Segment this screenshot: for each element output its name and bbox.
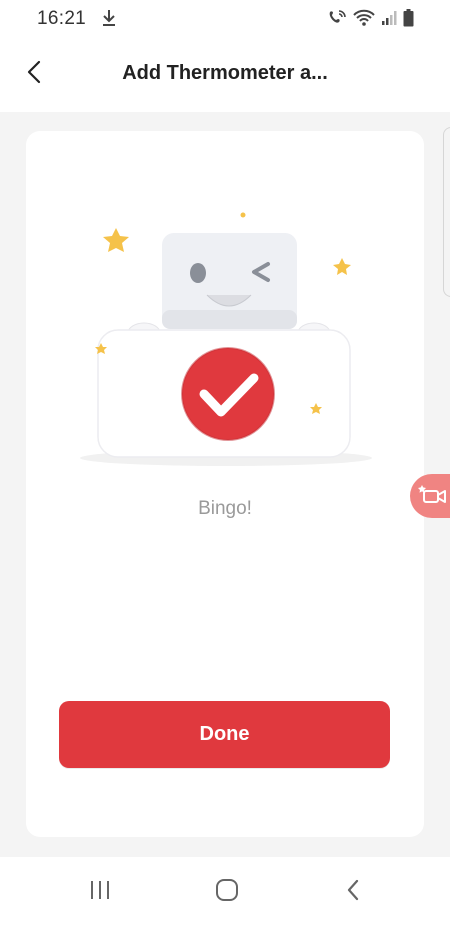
- page-title: Add Thermometer a...: [122, 62, 328, 84]
- home-icon: [215, 878, 239, 907]
- signal-icon: [381, 10, 397, 26]
- success-message: Bingo!: [198, 498, 252, 519]
- done-button[interactable]: Done: [59, 701, 390, 768]
- side-panel-handle[interactable]: [443, 127, 450, 297]
- nav-back-button[interactable]: [333, 877, 373, 907]
- status-bar: 16:21: [0, 0, 450, 38]
- star-dot: [240, 212, 246, 218]
- recent-apps-icon: [88, 879, 112, 906]
- star-icon: [103, 228, 129, 252]
- star-icon: [333, 258, 351, 275]
- download-icon: [101, 9, 117, 27]
- robot-eye-left: [190, 263, 206, 283]
- wifi-calling-icon: [327, 9, 347, 27]
- app-header: Add Thermometer a...: [0, 38, 450, 112]
- status-icons: [327, 8, 414, 28]
- floating-camera-button[interactable]: [410, 474, 450, 518]
- home-button[interactable]: [207, 877, 247, 907]
- system-navigation-bar: [0, 857, 450, 925]
- wifi-icon: [353, 9, 375, 27]
- back-icon: [346, 879, 360, 906]
- battery-icon: [403, 9, 414, 27]
- recent-apps-button[interactable]: [80, 877, 120, 907]
- status-time: 16:21: [37, 8, 87, 29]
- video-camera-icon: [418, 482, 448, 511]
- robot-success-illustration: [80, 200, 380, 480]
